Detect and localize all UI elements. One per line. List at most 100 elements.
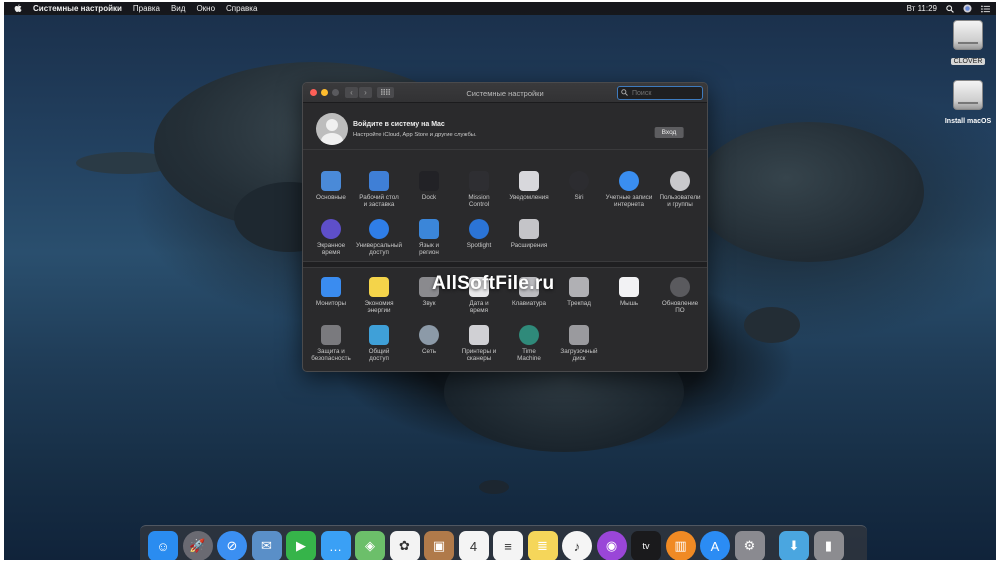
software-update-icon (670, 277, 690, 297)
pane-label: Язык и регион (419, 242, 439, 256)
pane-network[interactable]: Сеть (404, 325, 454, 355)
pane-label: Сеть (421, 348, 436, 355)
spotlight-search-icon[interactable] (946, 4, 954, 13)
pane-dock[interactable]: Dock (404, 171, 454, 201)
general-icon (321, 171, 341, 191)
extensions-icon (519, 219, 539, 239)
menu-app-name[interactable]: Системные настройки (33, 4, 122, 13)
time-machine-icon (519, 325, 539, 345)
pane-label: Уведомления (509, 194, 549, 201)
accessibility-icon (369, 219, 389, 239)
pane-label: Экономия энергии (364, 300, 394, 314)
pane-time-machine[interactable]: Time Machine (504, 325, 554, 362)
system-preferences-window: ‹ › Системные настройки Войдите в систем… (302, 82, 708, 372)
pane-mouse[interactable]: Мышь (604, 277, 654, 307)
system-preferences-icon[interactable]: ⚙ (734, 531, 765, 560)
pane-siri[interactable]: Siri (554, 171, 604, 201)
menu-clock[interactable]: Вт 11:29 (907, 4, 937, 13)
desktop-drive-clover[interactable]: CLOVER (938, 20, 996, 68)
facetime-icon[interactable]: ▶ (286, 531, 316, 560)
pane-internet-accounts[interactable]: Учетные записи интернета (604, 171, 654, 208)
pane-spotlight[interactable]: Spotlight (454, 219, 504, 249)
pane-sharing[interactable]: Общий доступ (354, 325, 404, 362)
pane-security-privacy[interactable]: Защита и безопасность (306, 325, 356, 362)
pane-label: Основные (316, 194, 346, 201)
island-shape (479, 480, 509, 494)
launchpad-icon[interactable]: 🚀 (182, 531, 213, 560)
app-store-icon[interactable]: A (700, 531, 730, 560)
safari-icon[interactable]: ⊘ (217, 531, 247, 560)
desktop-drive-install-macos[interactable]: Install macOS (938, 80, 996, 128)
pane-language-region[interactable]: Язык и регион (404, 219, 454, 256)
mouse-icon (619, 277, 639, 297)
spotlight-icon (469, 219, 489, 239)
search-icon (621, 89, 628, 96)
pane-startup-disk[interactable]: Загрузочный диск (554, 325, 604, 362)
trash-icon[interactable]: ▮ (813, 531, 844, 560)
calendar-icon[interactable]: 4 (458, 531, 489, 560)
dock: ☺ 🚀 ⊘ ✉ ▶… ◈ ✿ ▣ 4 ≡ ≣ ♪ ◉ tv ▥ A ⚙ ⬇ ▮ (140, 525, 867, 560)
user-silhouette-icon (321, 119, 343, 145)
login-button[interactable]: Вход (654, 127, 684, 138)
notifications-icon (519, 171, 539, 191)
sharing-icon (369, 325, 389, 345)
pane-label: Time Machine (517, 348, 541, 362)
pane-trackpad[interactable]: Трекпад (554, 277, 604, 307)
messages-icon[interactable]: … (320, 531, 351, 560)
reminders-icon[interactable]: ≡ (493, 531, 523, 560)
mail-icon[interactable]: ✉ (251, 531, 282, 560)
pane-label: Загрузочный диск (560, 348, 598, 362)
siri-menu-icon[interactable] (963, 4, 972, 13)
energy-saver-icon (369, 277, 389, 297)
avatar[interactable] (316, 113, 348, 145)
downloads-folder-icon[interactable]: ⬇ (779, 531, 809, 560)
menu-bar: Системные настройки Правка Вид Окно Спра… (4, 2, 996, 15)
pane-mission-control[interactable]: Mission Control (454, 171, 504, 208)
pane-label: Звук (422, 300, 436, 307)
pane-software-update[interactable]: Обновление ПО (655, 277, 705, 314)
mission-control-icon (469, 171, 489, 191)
contacts-icon[interactable]: ▣ (424, 531, 454, 560)
pane-notifications[interactable]: Уведомления (504, 171, 554, 201)
search-input[interactable] (617, 86, 703, 100)
notification-center-icon[interactable] (981, 5, 990, 13)
drive-icon (953, 20, 983, 50)
pane-users-groups[interactable]: Пользователи и группы (655, 171, 705, 208)
notes-icon[interactable]: ≣ (527, 531, 558, 560)
island-shape (744, 307, 800, 343)
pane-label: Общий доступ (368, 348, 390, 362)
menu-window[interactable]: Окно (196, 4, 215, 13)
startup-disk-icon (569, 325, 589, 345)
account-subtitle: Настройте iCloud, App Store и другие слу… (353, 132, 477, 138)
tv-icon[interactable]: tv (631, 531, 661, 560)
photos-icon[interactable]: ✿ (389, 531, 420, 560)
pane-printers-scanners[interactable]: Принтеры и сканеры (454, 325, 504, 362)
pane-extensions[interactable]: Расширения (504, 219, 554, 249)
window-titlebar[interactable]: ‹ › Системные настройки (303, 83, 707, 103)
finder-icon[interactable]: ☺ (148, 531, 178, 560)
internet-accounts-icon (619, 171, 639, 191)
pane-general[interactable]: Основные (306, 171, 356, 201)
books-icon[interactable]: ▥ (665, 531, 696, 560)
podcasts-icon[interactable]: ◉ (596, 531, 627, 560)
pane-label: Защита и безопасность (311, 348, 351, 362)
pane-label: Экранное время (316, 242, 346, 256)
pane-energy-saver[interactable]: Экономия энергии (354, 277, 404, 314)
pane-accessibility[interactable]: Универсальный доступ (354, 219, 404, 256)
apple-logo-icon[interactable] (14, 4, 22, 13)
screen-time-icon (321, 219, 341, 239)
desktop-screensaver-icon (369, 171, 389, 191)
pane-label: Пользователи и группы (659, 194, 701, 208)
maps-icon[interactable]: ◈ (355, 531, 385, 560)
account-title: Войдите в систему на Mac (353, 121, 445, 128)
menu-help[interactable]: Справка (226, 4, 257, 13)
menu-edit[interactable]: Правка (133, 4, 160, 13)
pane-desktop-screensaver[interactable]: Рабочий стол и заставка (354, 171, 404, 208)
displays-icon (321, 277, 341, 297)
language-region-icon (419, 219, 439, 239)
pane-screen-time[interactable]: Экранное время (306, 219, 356, 256)
music-icon[interactable]: ♪ (562, 531, 592, 560)
menu-view[interactable]: Вид (171, 4, 185, 13)
pane-displays[interactable]: Мониторы (306, 277, 356, 307)
pane-label: Мышь (619, 300, 639, 307)
